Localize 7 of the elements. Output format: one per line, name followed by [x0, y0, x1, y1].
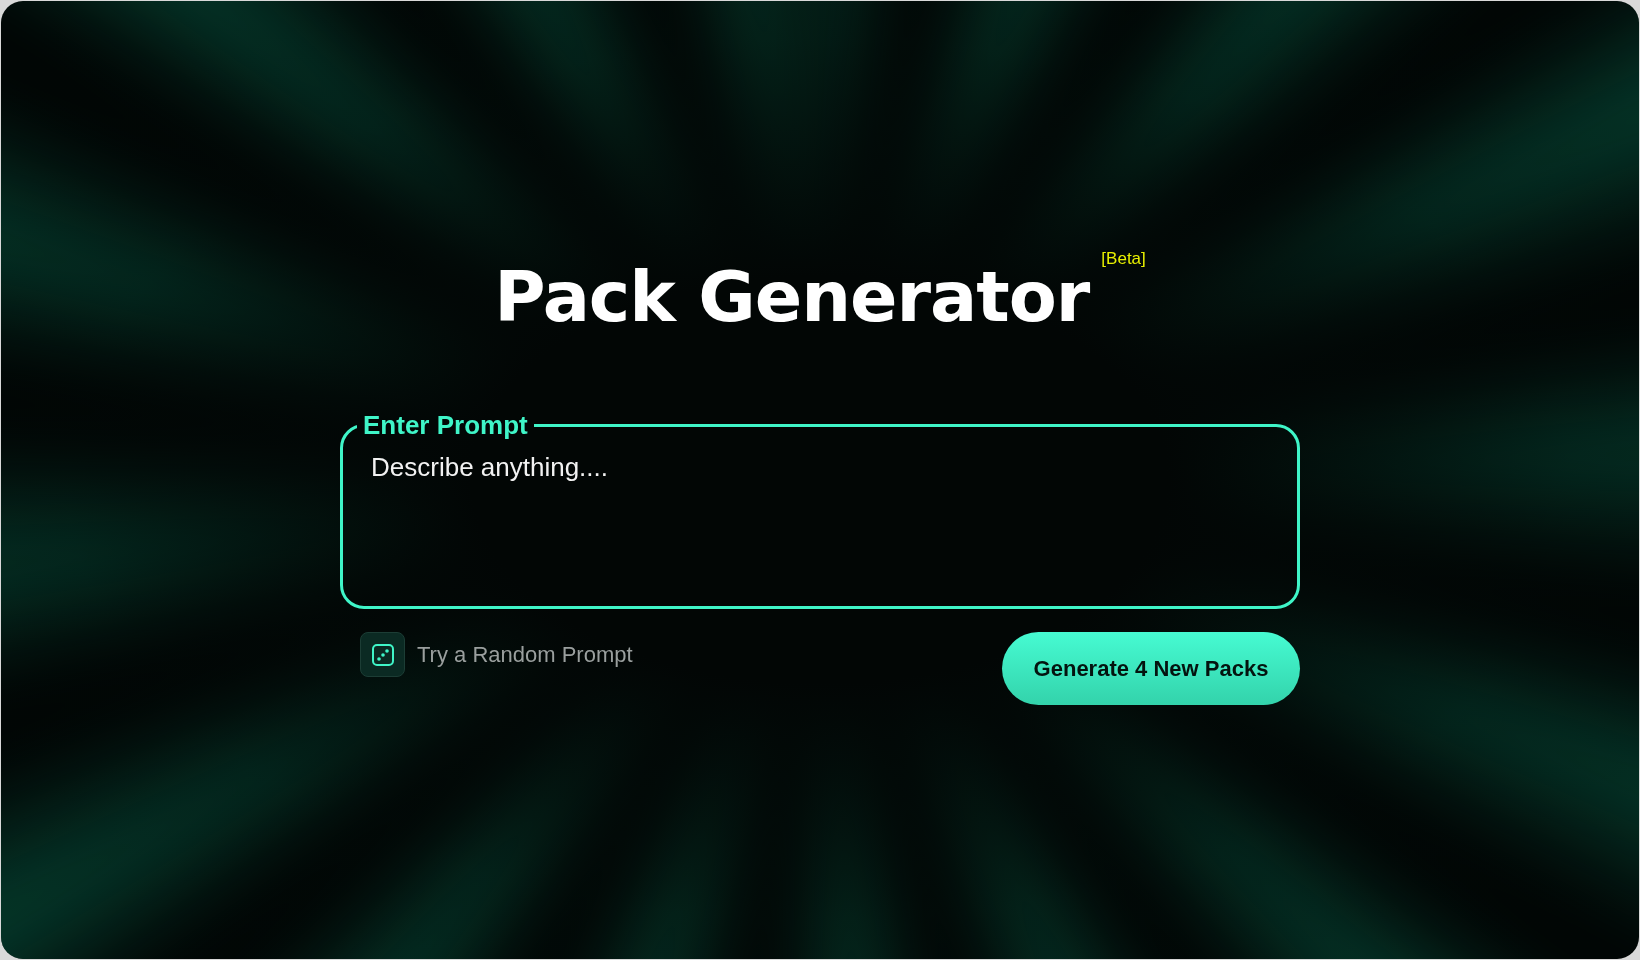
random-prompt-button[interactable]: Try a Random Prompt: [360, 632, 633, 677]
generate-button[interactable]: Generate 4 New Packs: [1002, 632, 1300, 705]
dice-icon: [360, 632, 405, 677]
page-title: Pack Generator: [494, 262, 1090, 332]
prompt-input[interactable]: Describe anything....: [371, 448, 1269, 588]
prompt-label: Enter Prompt: [362, 412, 529, 438]
beta-label: [Beta]: [1101, 248, 1146, 270]
